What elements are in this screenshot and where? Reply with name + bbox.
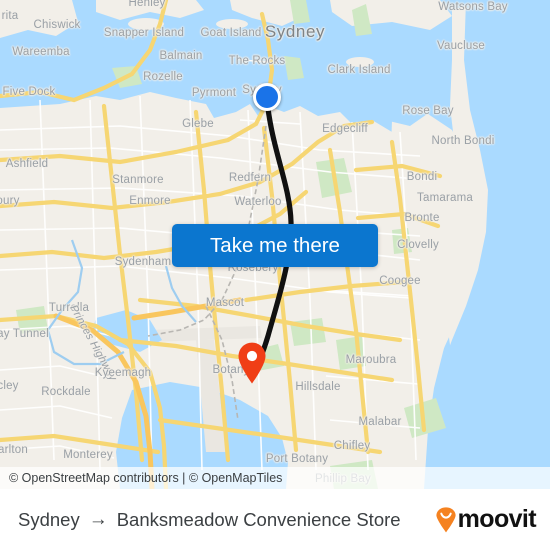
route-summary: Sydney → Banksmeadow Convenience Store xyxy=(18,509,401,531)
destination-marker-banksmeadow-convenience-store[interactable] xyxy=(237,342,267,384)
moovit-logo[interactable]: moovit xyxy=(435,505,537,533)
arrow-right-icon: → xyxy=(88,509,108,530)
footer-bar: Sydney → Banksmeadow Convenience Store m… xyxy=(0,489,550,550)
route-destination-label: Banksmeadow Convenience Store xyxy=(116,508,401,530)
route-origin-label: Sydney xyxy=(18,508,80,530)
attribution-text: © OpenStreetMap contributors | © OpenMap… xyxy=(9,471,283,485)
moovit-route-screenshot: Henley rita Chiswick Watsons Bay Snapper Isl… xyxy=(0,0,550,550)
take-me-there-button[interactable]: Take me there xyxy=(172,224,378,267)
moovit-pin-icon xyxy=(435,506,457,533)
map-attribution[interactable]: © OpenStreetMap contributors | © OpenMap… xyxy=(0,467,550,489)
map-canvas[interactable]: Henley rita Chiswick Watsons Bay Snapper Isl… xyxy=(0,0,550,489)
origin-marker-sydney[interactable] xyxy=(253,83,281,111)
moovit-wordmark: moovit xyxy=(457,505,537,533)
